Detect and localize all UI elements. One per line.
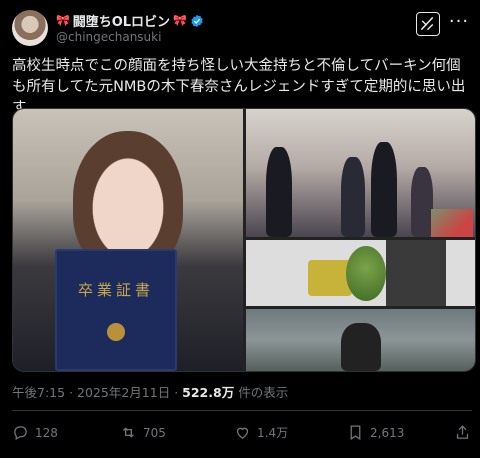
diploma-text: 卒業証書 <box>77 281 154 299</box>
photo-pants <box>386 240 446 306</box>
verified-badge-icon <box>191 14 203 27</box>
tweet-date[interactable]: 2025年2月11日 <box>77 385 170 400</box>
share-button[interactable] <box>454 424 471 441</box>
meta-separator: · <box>69 385 74 400</box>
views-count: 522.8万 <box>182 385 235 400</box>
retweet-icon <box>123 427 134 438</box>
grok-slash-icon <box>420 16 434 31</box>
retweet-button[interactable]: 705 <box>120 424 166 441</box>
media-photo-graduation[interactable]: 卒業証書 <box>13 109 243 371</box>
bow-icon-right: 🎀 <box>173 14 187 27</box>
tweet-meta: 午後7:15 · 2025年2月11日 · 522.8万 件の表示 <box>12 382 288 401</box>
tweet-actions: 128 705 1.4万 2,613 <box>12 424 470 446</box>
views-label: 件の表示 <box>238 385 289 400</box>
tweet-time[interactable]: 午後7:15 <box>12 385 65 400</box>
grok-icon[interactable] <box>416 12 440 36</box>
media-photo-bag[interactable] <box>246 240 475 306</box>
bookmark-count: 2,613 <box>370 425 405 440</box>
author-handle[interactable]: @chingechansuki <box>56 30 161 44</box>
divider <box>12 410 472 411</box>
photo-figure <box>411 167 433 237</box>
photo-inset <box>431 209 473 237</box>
photo-plant <box>346 246 386 301</box>
author-avatar[interactable] <box>12 10 48 46</box>
heart-icon <box>236 427 249 439</box>
reply-count: 128 <box>35 425 58 440</box>
meta-separator: · <box>174 385 179 400</box>
more-options-icon[interactable]: ··· <box>448 12 470 36</box>
like-button[interactable]: 1.4万 <box>234 424 288 441</box>
media-photo-street[interactable] <box>246 109 475 237</box>
like-count: 1.4万 <box>257 426 289 440</box>
photo-figure <box>341 323 381 371</box>
author-name-row[interactable]: 🎀 闘堕ちOLロビン 🎀 <box>56 11 204 30</box>
reply-button[interactable]: 128 <box>12 424 58 441</box>
author-display-name[interactable]: 闘堕ちOLロビン <box>73 11 170 30</box>
retweet-count: 705 <box>143 425 166 440</box>
photo-figure <box>371 142 397 237</box>
media-photo-waterfront[interactable] <box>246 309 475 371</box>
bookmark-button[interactable]: 2,613 <box>347 424 404 441</box>
bookmark-icon <box>350 425 361 441</box>
tweet-header: 🎀 闘堕ちOLロビン 🎀 @chingechansuki ··· <box>12 10 470 50</box>
diploma-emblem-icon <box>107 323 125 341</box>
share-icon <box>456 425 469 439</box>
photo-figure <box>266 147 292 237</box>
bow-icon-left: 🎀 <box>56 14 70 27</box>
reply-icon <box>14 426 27 441</box>
photo-figure <box>341 157 365 237</box>
photo-diploma: 卒業証書 <box>55 249 177 371</box>
tweet-media-grid[interactable]: 卒業証書 <box>12 108 476 372</box>
